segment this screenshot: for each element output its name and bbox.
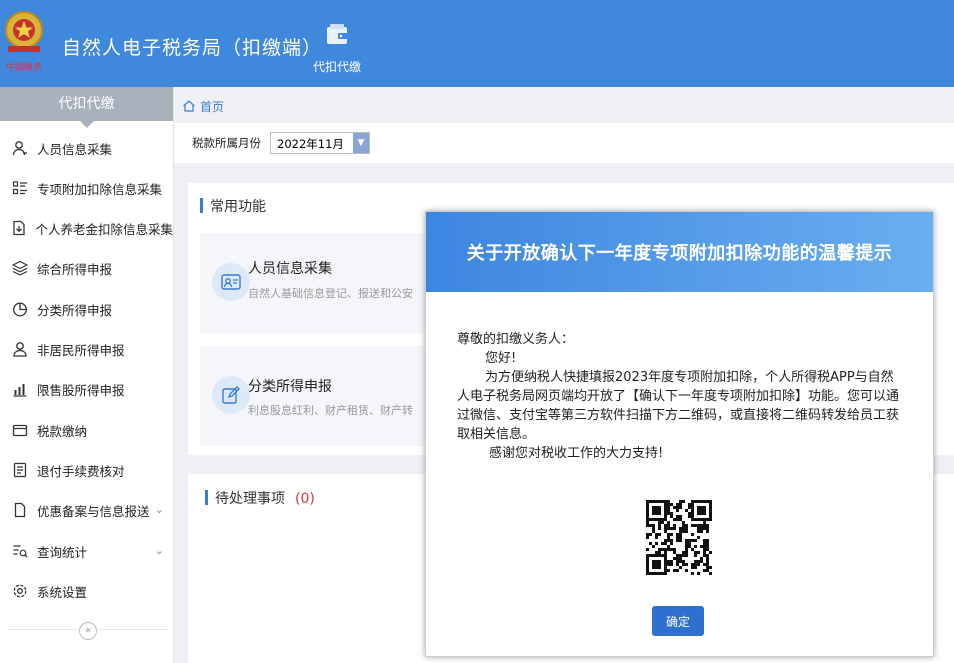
- sidebar-item-classified-income[interactable]: 分类所得申报: [0, 292, 173, 326]
- file-icon: [11, 501, 29, 519]
- sidebar-item-system-settings[interactable]: 系统设置: [0, 574, 173, 608]
- chevron-down-icon: ⌄: [154, 503, 164, 516]
- modal-paragraph: 为方便纳税人快捷填报2023年度专项附加扣除，个人所得税APP与自然人电子税务局…: [457, 370, 900, 442]
- sidebar-item-query-stats[interactable]: 查询统计 ⌄: [0, 534, 173, 568]
- pending-title: 待处理事项: [215, 491, 285, 507]
- period-select[interactable]: 2022年11月 ▼: [270, 132, 370, 154]
- notice-modal: 关于开放确认下一年度专项附加扣除功能的温馨提示 尊敬的扣缴义务人： 您好! 为方…: [425, 211, 934, 657]
- wallet-icon: [327, 24, 347, 44]
- sidebar: 代扣代缴 人员信息采集 专项附加扣除信息采集 个人养老金扣除信息采集 综合所得申…: [0, 87, 174, 663]
- period-value: 2022年11月: [277, 137, 344, 151]
- modal-thanks: 感谢您对税收工作的大力支持!: [489, 446, 664, 461]
- svg-text:中国税务: 中国税务: [6, 61, 42, 73]
- pie-chart-icon: [11, 300, 29, 318]
- card-description: 自然人基础信息登记、报送和公安: [248, 287, 413, 300]
- sidebar-item-tax-payment[interactable]: 税款缴纳: [0, 413, 173, 447]
- tax-emblem-logo: 中国税务: [5, 11, 43, 73]
- home-icon: [183, 100, 195, 112]
- sidebar-item-comprehensive-income[interactable]: 综合所得申报: [0, 251, 173, 285]
- card-personnel-info[interactable]: 人员信息采集 自然人基础信息登记、报送和公安: [200, 233, 430, 333]
- person-icon: [11, 139, 29, 157]
- chevron-down-icon: ▼: [353, 133, 369, 153]
- card-description: 利息股息红利、财产租赁、财产转: [248, 404, 413, 417]
- layers-icon: [11, 259, 29, 277]
- period-toolbar: 税款所属月份 2022年11月 ▼: [174, 123, 954, 163]
- confirm-button[interactable]: 确定: [652, 606, 704, 636]
- sidebar-item-label: 系统设置: [37, 584, 88, 600]
- sidebar-item-preferential-filing[interactable]: 优惠备案与信息报送 ⌄: [0, 493, 173, 527]
- card-title: 人员信息采集: [248, 261, 332, 277]
- tab-withholding[interactable]: 代扣代缴: [306, 22, 368, 82]
- wallet-icon: [11, 421, 29, 439]
- breadcrumb-home-link[interactable]: 首页: [200, 98, 224, 115]
- sidebar-item-label: 人员信息采集: [37, 141, 113, 157]
- modal-greeting: 尊敬的扣缴义务人：: [457, 332, 575, 347]
- list-icon: [11, 179, 29, 197]
- section-title-common: 常用功能: [200, 196, 266, 216]
- sidebar-item-refund-fee[interactable]: 退付手续费核对: [0, 453, 173, 487]
- breadcrumb: 首页: [174, 94, 224, 118]
- sidebar-heading: 代扣代缴: [0, 87, 173, 128]
- edit-icon: [212, 376, 250, 414]
- sidebar-item-special-deduction[interactable]: 专项附加扣除信息采集: [0, 171, 173, 205]
- receipt-icon: [11, 461, 29, 479]
- pending-count: (0): [295, 491, 315, 507]
- sidebar-item-label: 查询统计: [37, 544, 88, 560]
- search-list-icon: [11, 542, 29, 560]
- sidebar-item-label: 综合所得申报: [37, 261, 113, 277]
- sidebar-item-label: 税款缴纳: [37, 423, 88, 439]
- sidebar-item-personnel-info[interactable]: 人员信息采集: [0, 131, 173, 165]
- sidebar-item-label: 非居民所得申报: [37, 342, 125, 358]
- modal-body: 尊敬的扣缴义务人： 您好! 为方便纳税人快捷填报2023年度专项附加扣除，个人所…: [457, 330, 905, 463]
- section-title-pending: 待处理事项 (0): [205, 488, 315, 508]
- sidebar-item-label: 退付手续费核对: [37, 463, 125, 479]
- sidebar-item-label: 个人养老金扣除信息采集: [35, 221, 173, 237]
- top-header: 中国税务 自然人电子税务局（扣缴端） 代扣代缴: [0, 0, 954, 87]
- sidebar-item-label: 限售股所得申报: [37, 382, 125, 398]
- bar-chart-icon: [11, 380, 29, 398]
- sidebar-item-label: 专项附加扣除信息采集: [37, 181, 163, 197]
- sidebar-item-label: 优惠备案与信息报送: [37, 503, 150, 519]
- card-classified-income[interactable]: 分类所得申报 利息股息红利、财产租赁、财产转: [200, 346, 430, 446]
- sidebar-item-restricted-stock[interactable]: 限售股所得申报: [0, 372, 173, 406]
- period-label: 税款所属月份: [192, 136, 261, 150]
- sidebar-item-nonresident-income[interactable]: 非居民所得申报: [0, 332, 173, 366]
- modal-title: 关于开放确认下一年度专项附加扣除功能的温馨提示: [426, 212, 933, 292]
- collapse-sidebar-button[interactable]: «: [79, 622, 97, 640]
- document-download-icon: [11, 219, 27, 237]
- chevron-down-icon: ⌄: [154, 544, 164, 557]
- modal-hello: 您好!: [485, 351, 517, 366]
- person-outline-icon: [11, 340, 29, 358]
- sidebar-item-label: 分类所得申报: [37, 302, 113, 318]
- app-title: 自然人电子税务局（扣缴端）: [62, 37, 323, 59]
- tab-label: 代扣代缴: [312, 60, 361, 74]
- sidebar-item-pension-deduction[interactable]: 个人养老金扣除信息采集: [0, 211, 173, 245]
- gear-icon: [11, 582, 29, 600]
- card-title: 分类所得申报: [248, 379, 332, 395]
- qr-code: [646, 500, 712, 575]
- id-card-icon: [212, 263, 250, 301]
